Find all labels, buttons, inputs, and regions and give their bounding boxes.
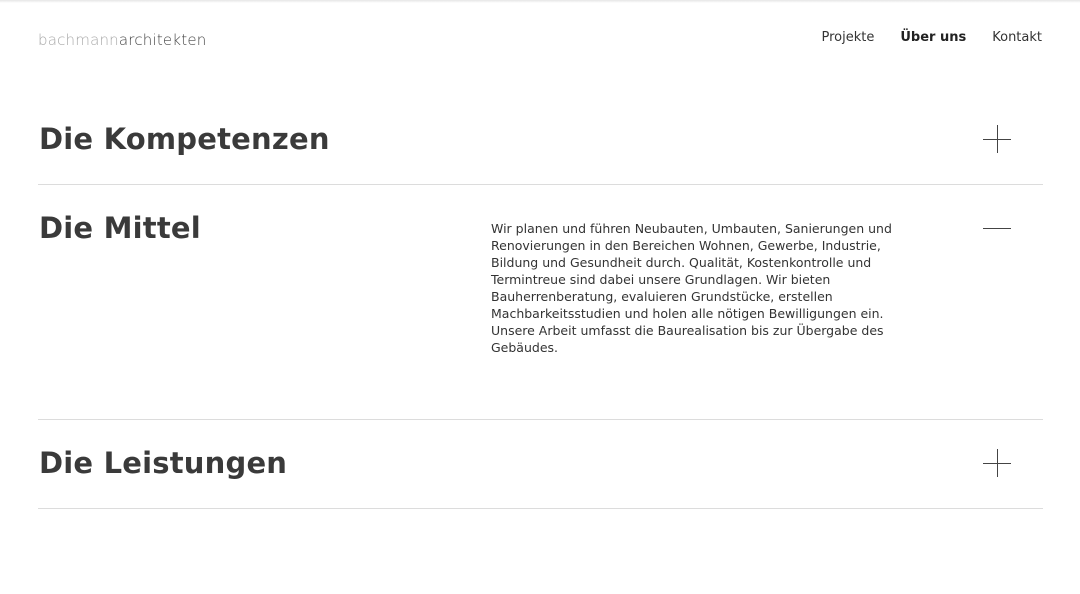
plus-icon[interactable] — [983, 449, 1013, 479]
logo-text-dark: architekten — [118, 31, 207, 49]
main-nav: Projekte Über uns Kontakt — [822, 30, 1043, 46]
minus-icon[interactable] — [983, 214, 1013, 244]
logo[interactable]: bachmannarchitekten — [38, 31, 206, 49]
accordion-leistungen[interactable]: Die Leistungen — [38, 420, 1043, 509]
nav-item-kontakt[interactable]: Kontakt — [992, 30, 1042, 46]
section-body-text: Wir planen und führen Neubauten, Umbaute… — [491, 221, 892, 355]
plus-icon[interactable] — [983, 125, 1013, 155]
section-title[interactable]: Die Leistungen — [39, 446, 287, 480]
section-title[interactable]: Die Kompetenzen — [39, 122, 330, 156]
accordion-mittel[interactable]: Die Mittel Wir planen und führen Neubaut… — [38, 185, 1043, 420]
section-title[interactable]: Die Mittel — [39, 211, 201, 245]
accordion-kompetenzen[interactable]: Die Kompetenzen — [38, 100, 1043, 185]
nav-item-ueber-uns[interactable]: Über uns — [900, 30, 966, 46]
site-header: bachmannarchitekten Projekte Über uns Ko… — [0, 0, 1080, 80]
logo-text-light: bachmann — [38, 31, 119, 49]
nav-item-projekte[interactable]: Projekte — [822, 30, 875, 46]
